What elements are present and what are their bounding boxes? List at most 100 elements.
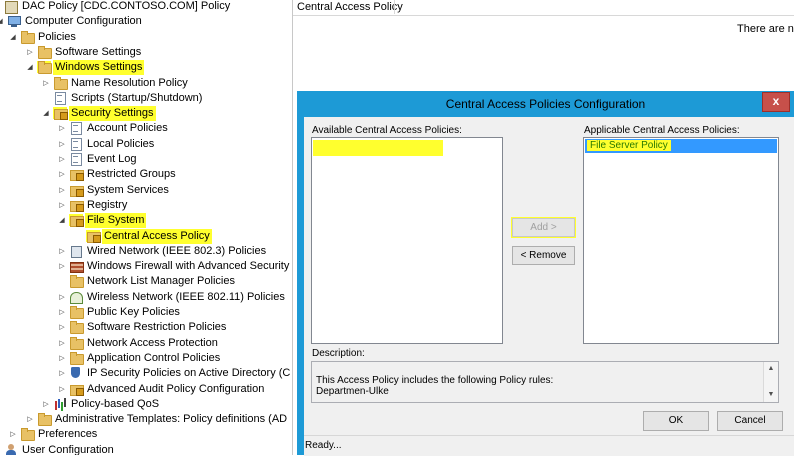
tree-item[interactable]: Network List Manager Policies <box>0 274 292 289</box>
expand-arrow-icon[interactable]: ▷ <box>0 443 2 455</box>
expand-arrow-icon[interactable]: ▷ <box>57 351 67 366</box>
scroll-up-icon[interactable]: ▲ <box>764 363 778 375</box>
expand-arrow-icon[interactable]: ▷ <box>57 121 67 136</box>
tree-item[interactable]: ◢ File System <box>0 213 292 229</box>
applicable-policies-label: Applicable Central Access Policies: <box>584 125 740 136</box>
expand-arrow-icon[interactable]: ▷ <box>41 76 51 91</box>
remove-button[interactable]: < Remove <box>512 246 575 265</box>
tree-item-label: Account Policies <box>87 122 168 135</box>
expand-arrow-icon[interactable]: ▷ <box>25 45 35 60</box>
tree-item[interactable]: ▷ Public Key Policies <box>0 305 292 320</box>
expand-arrow-icon[interactable]: ▷ <box>57 290 67 305</box>
collapse-arrow-icon[interactable]: ◢ <box>25 60 35 75</box>
dialog-client: Available Central Access Policies: Appli… <box>304 117 794 456</box>
expand-arrow-icon[interactable]: ▷ <box>41 397 51 412</box>
tree-item-label: IP Security Policies on Active Directory… <box>87 367 291 380</box>
tree-item[interactable]: ▷ Preferences <box>0 427 292 442</box>
tree-item[interactable]: DAC Policy [CDC.CONTOSO.COM] Policy <box>0 0 292 14</box>
central-access-policies-dialog: Central Access Policies Configuration x … <box>297 91 794 456</box>
tree-item[interactable]: ◢ Policies <box>0 30 292 45</box>
tree-item[interactable]: Scripts (Startup/Shutdown) <box>0 91 292 106</box>
expand-arrow-icon[interactable]: ▷ <box>57 137 67 152</box>
available-policies-list[interactable] <box>311 137 503 344</box>
collapse-arrow-icon[interactable]: ◢ <box>57 213 67 228</box>
collapse-arrow-icon[interactable]: ◢ <box>8 30 18 45</box>
expand-arrow-icon[interactable]: ▷ <box>57 382 67 397</box>
column-separator[interactable] <box>394 0 395 14</box>
expand-arrow-icon[interactable]: ▷ <box>57 244 67 259</box>
pane-divider[interactable] <box>292 0 293 455</box>
cancel-button[interactable]: Cancel <box>717 411 783 431</box>
tree-item[interactable]: ▷ Local Policies <box>0 137 292 152</box>
folder-icon <box>37 45 52 59</box>
available-policy-highlight[interactable] <box>313 140 443 156</box>
folder-icon <box>37 413 52 427</box>
tree-item[interactable]: ▷ IP Security Policies on Active Director… <box>0 366 292 381</box>
tree-item-label: Administrative Templates: Policy definit… <box>55 413 288 426</box>
tree-item[interactable]: ▷ Application Control Policies <box>0 351 292 366</box>
status-bar: Ready... <box>304 435 794 456</box>
expand-arrow-icon[interactable]: ▷ <box>25 412 35 427</box>
tree-item[interactable]: ▷ Name Resolution Policy <box>0 76 292 91</box>
scroll-down-icon[interactable]: ▼ <box>764 389 778 401</box>
expand-arrow-icon[interactable]: ▷ <box>57 198 67 213</box>
expand-arrow-icon[interactable]: ▷ <box>57 320 67 335</box>
description-box[interactable]: This Access Policy includes the followin… <box>311 361 779 403</box>
tree-item[interactable]: ▷ Event Log <box>0 152 292 167</box>
security-folder-icon <box>69 199 84 212</box>
collapse-arrow-icon[interactable]: ◢ <box>41 106 51 121</box>
tree-item[interactable]: ◢ Windows Settings <box>0 60 292 76</box>
ok-button[interactable]: OK <box>643 411 709 431</box>
tree-item[interactable]: ▷ Wired Network (IEEE 802.3) Policies <box>0 244 292 259</box>
tree-item[interactable]: ▷ Registry <box>0 198 292 213</box>
tree-item[interactable]: ▷ System Services <box>0 183 292 198</box>
folder-icon <box>69 336 84 350</box>
tree-item[interactable]: ◢ Computer Configuration <box>0 14 292 29</box>
tree-item-label: Preferences <box>38 428 98 441</box>
description-scrollbar[interactable]: ▲ ▼ <box>763 362 778 402</box>
folder-icon <box>20 428 35 442</box>
folder-icon <box>53 76 68 90</box>
applicable-policy-item[interactable]: File Server Policy <box>585 139 777 153</box>
tree-item-label: Windows Settings <box>53 60 145 76</box>
tree-item[interactable]: ▷ Administrative Templates: Policy defini… <box>0 412 292 427</box>
dialog-title: Central Access Policies Configuration <box>445 97 646 111</box>
tree-item-label: Central Access Policy <box>102 228 212 244</box>
expand-arrow-icon[interactable]: ▷ <box>57 167 67 182</box>
expand-arrow-icon[interactable]: ▷ <box>57 366 67 381</box>
collapse-arrow-icon[interactable]: ◢ <box>0 14 5 29</box>
tree-item[interactable]: ▷ Account Policies <box>0 121 292 136</box>
tree-item-label: User Configuration <box>22 443 114 455</box>
expand-arrow-icon[interactable]: ▷ <box>8 427 18 442</box>
expand-arrow-icon[interactable]: ▷ <box>57 152 67 167</box>
column-header-central-access-policy[interactable]: Central Access Policy <box>297 0 403 14</box>
shield-icon <box>69 367 83 379</box>
description-label: Description: <box>312 348 365 359</box>
tree-item[interactable]: ◢ Security Settings <box>0 106 292 122</box>
tree-item[interactable]: ▷ Wireless Network (IEEE 802.11) Policies <box>0 290 292 305</box>
tree-item-label: Restricted Groups <box>87 168 176 181</box>
tree-item-label: Registry <box>87 198 128 211</box>
empty-list-message: There are no <box>737 23 794 35</box>
expand-arrow-icon[interactable]: ▷ <box>57 336 67 351</box>
add-button[interactable]: Add > <box>511 217 576 238</box>
applicable-policies-list[interactable]: File Server Policy <box>583 137 779 344</box>
expand-arrow-icon[interactable]: ▷ <box>57 259 67 274</box>
security-folder-icon <box>69 383 84 396</box>
tree-item[interactable]: ▷ Network Access Protection <box>0 336 292 351</box>
tree-item[interactable]: ▷ Restricted Groups <box>0 167 292 182</box>
tree-item[interactable]: Central Access Policy <box>0 228 292 244</box>
tree-item[interactable]: ▷ Advanced Audit Policy Configuration <box>0 382 292 397</box>
document-icon <box>69 153 83 166</box>
dialog-titlebar[interactable]: Central Access Policies Configuration x <box>297 91 794 117</box>
tree-item[interactable]: ▷ User Configuration <box>0 443 292 455</box>
tree-item-label: Public Key Policies <box>87 306 180 318</box>
tree-item[interactable]: ▷ Software Settings <box>0 45 292 60</box>
expand-arrow-icon[interactable]: ▷ <box>57 183 67 198</box>
close-button[interactable]: x <box>762 92 790 112</box>
tree-item[interactable]: ▷ Policy-based QoS <box>0 397 292 412</box>
tree-item[interactable]: ▷ Windows Firewall with Advanced Security <box>0 259 292 274</box>
folder-icon <box>20 30 35 44</box>
tree-item[interactable]: ▷ Software Restriction Policies <box>0 320 292 335</box>
expand-arrow-icon[interactable]: ▷ <box>57 305 67 320</box>
